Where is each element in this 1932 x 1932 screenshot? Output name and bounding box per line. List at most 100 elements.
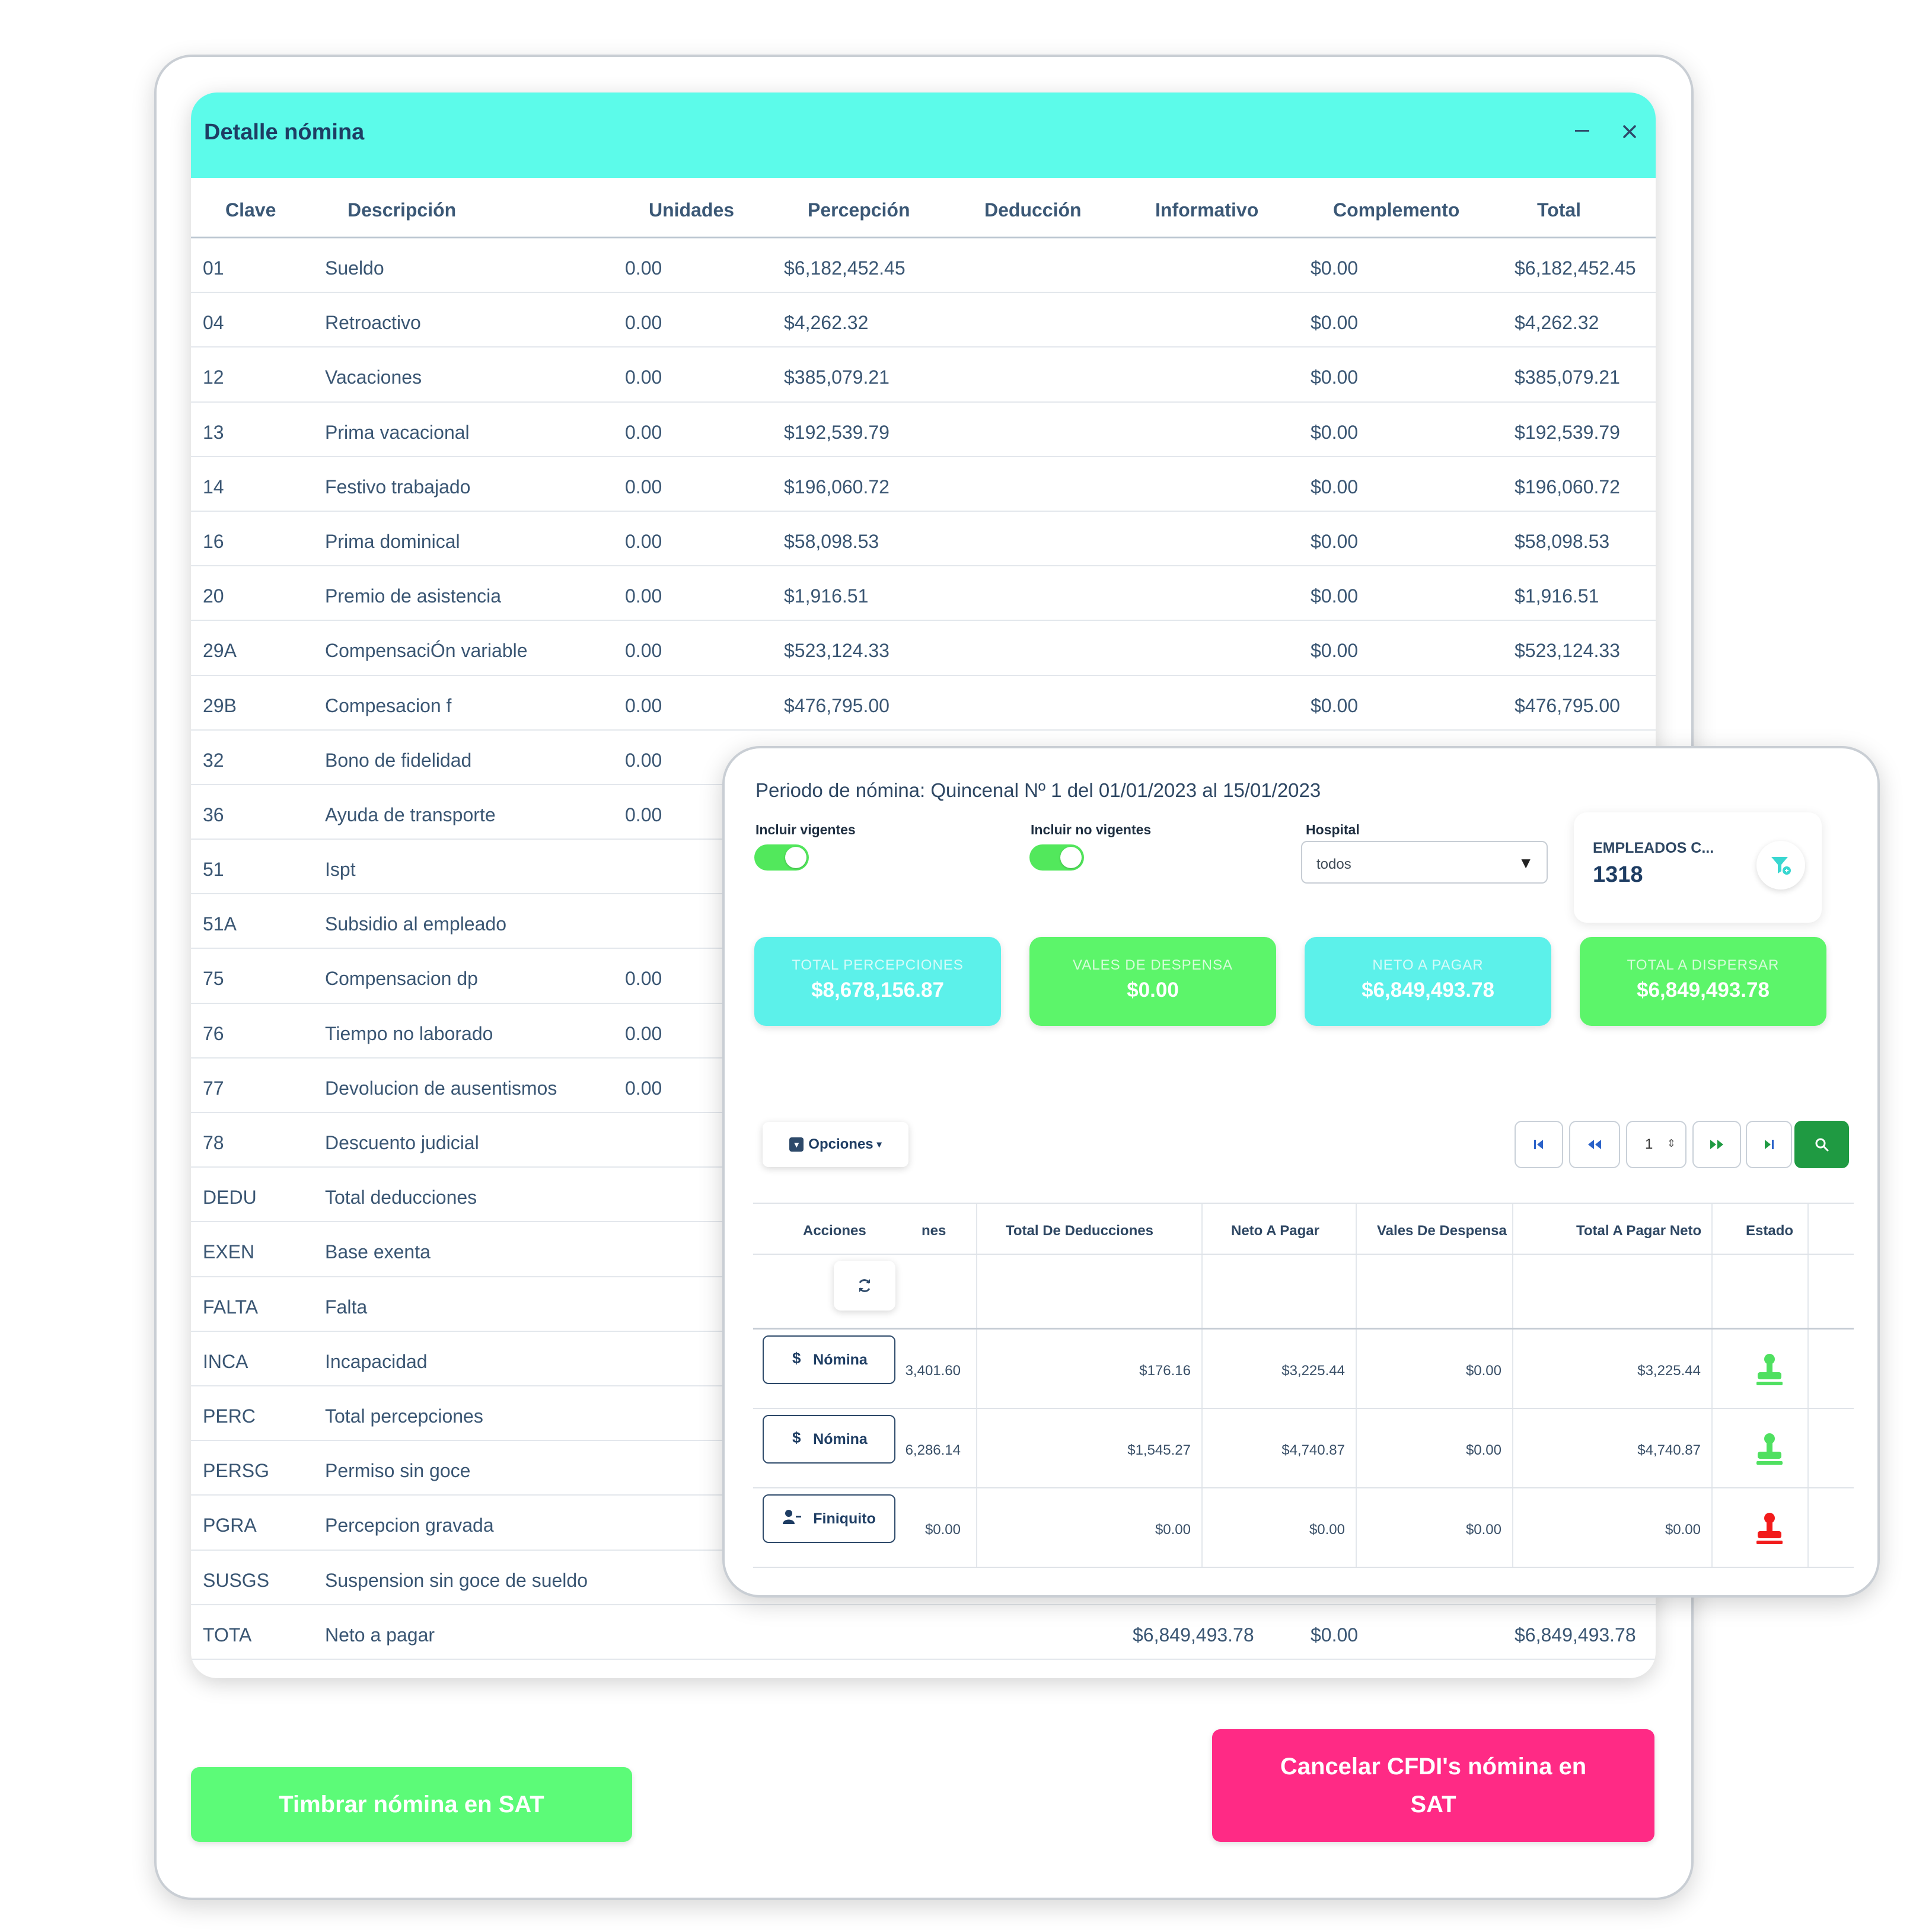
cell-total: $192,539.79 <box>1515 421 1620 443</box>
cell-total: $4,262.32 <box>1515 312 1599 334</box>
refresh-button[interactable] <box>834 1261 895 1311</box>
incluir-vigentes-toggle[interactable] <box>754 844 809 871</box>
col-total-deducciones[interactable]: Total De Deducciones <box>1006 1223 1153 1239</box>
timbrar-nomina-button[interactable]: Timbrar nómina en SAT <box>191 1767 632 1842</box>
cell-clave: 76 <box>203 1022 224 1044</box>
cell-descripcion: Subsidio al empleado <box>325 913 506 935</box>
finiquito-button[interactable]: Finiquito <box>763 1494 895 1543</box>
cell-complemento: $0.00 <box>1311 421 1359 443</box>
cell-unidades: 0.00 <box>625 530 662 552</box>
page-number-input[interactable]: 1 ⇕ <box>1626 1121 1686 1168</box>
col-acciones[interactable]: Acciones <box>803 1223 866 1239</box>
cell-unidades: 0.00 <box>625 585 662 607</box>
cell-clave: EXEN <box>203 1241 255 1263</box>
cell-descripcion: Permiso sin goce <box>325 1460 471 1482</box>
table-row[interactable]: 29B Compesacion f 0.00 $476,795.00 $0.00 $476… <box>191 676 1656 731</box>
table-row[interactable]: $ Nómina 6,286.14 $1,545.27 $4,740.87 $0.00 $4… <box>753 1409 1854 1488</box>
cell-clave: INCA <box>203 1350 248 1372</box>
hospital-label: Hospital <box>1306 822 1360 837</box>
nomina-button[interactable]: $ Nómina <box>763 1415 895 1464</box>
incluir-vigentes-label: Incluir vigentes <box>755 822 856 837</box>
cell-clave: 12 <box>203 366 224 388</box>
search-button[interactable] <box>1794 1121 1849 1168</box>
col-clave[interactable]: Clave <box>225 199 276 221</box>
empleados-label: EMPLEADOS C... <box>1593 840 1714 856</box>
stat-value: $6,849,493.78 <box>1362 978 1494 1002</box>
cell-unidades: 0.00 <box>625 312 662 334</box>
next-page-button[interactable] <box>1692 1121 1741 1168</box>
col-total[interactable]: Total <box>1537 199 1581 221</box>
dollar-icon: $ <box>790 1429 802 1450</box>
incluir-no-vigentes-toggle[interactable] <box>1029 844 1084 871</box>
cell-total-pagar-neto: $3,225.44 <box>1637 1363 1701 1379</box>
table-row[interactable]: 13 Prima vacacional 0.00 $192,539.79 $0.00 $1… <box>191 403 1656 457</box>
action-label: Nómina <box>813 1430 868 1448</box>
table-row[interactable]: TOTA Neto a pagar $6,849,493.78 $0.00 $6,849… <box>191 1605 1656 1660</box>
cell-total: $523,124.33 <box>1515 640 1620 662</box>
col-informativo[interactable]: Informativo <box>1155 199 1258 221</box>
table-row[interactable]: 14 Festivo trabajado 0.00 $196,060.72 $0.00 $… <box>191 457 1656 512</box>
action-label: Finiquito <box>813 1510 876 1527</box>
table-row[interactable]: 12 Vacaciones 0.00 $385,079.21 $0.00 $385,079… <box>191 347 1656 403</box>
cell-percepcion: $6,182,452.45 <box>784 257 906 279</box>
cell-clave: 16 <box>203 530 224 552</box>
periodo-nomina-panel: Periodo de nómina: Quincenal Nº 1 del 01… <box>722 746 1880 1598</box>
minimize-icon[interactable] <box>1564 114 1600 149</box>
cell-unidades: 0.00 <box>625 476 662 498</box>
opciones-dropdown[interactable]: ▼ Opciones ▾ <box>763 1122 908 1167</box>
cell-deduccion: $6,849,493.78 <box>1133 1624 1254 1646</box>
col-deduccion[interactable]: Deducción <box>984 199 1082 221</box>
cell-descripcion: Ayuda de transporte <box>325 804 496 825</box>
table-row[interactable]: 04 Retroactivo 0.00 $4,262.32 $0.00 $4,262.32 <box>191 293 1656 348</box>
close-icon[interactable] <box>1612 114 1647 149</box>
hospital-select[interactable]: todos ▼ <box>1301 841 1548 884</box>
cell-clave: 20 <box>203 585 224 607</box>
stat-label: NETO A PAGAR <box>1372 957 1484 973</box>
cell-descripcion: Total percepciones <box>325 1405 483 1427</box>
first-page-button[interactable] <box>1515 1121 1563 1168</box>
col-unidades[interactable]: Unidades <box>649 199 734 221</box>
cell-descripcion: Prima dominical <box>325 530 460 552</box>
table-row[interactable]: 16 Prima dominical 0.00 $58,098.53 $0.00 $58,… <box>191 512 1656 567</box>
col-complemento[interactable]: Complemento <box>1333 199 1459 221</box>
page-number: 1 <box>1645 1136 1653 1152</box>
cell-clave: DEDU <box>203 1187 257 1209</box>
col-percepciones-partial[interactable]: nes <box>922 1223 946 1239</box>
caret-square-icon: ▼ <box>789 1137 804 1152</box>
cell-total: $476,795.00 <box>1515 694 1620 716</box>
empleados-card: EMPLEADOS C... 1318 <box>1574 812 1822 923</box>
table-row[interactable]: 29A CompensaciÓn variable 0.00 $523,124.33 $… <box>191 621 1656 676</box>
cell-clave: 51 <box>203 859 224 881</box>
col-neto-pagar[interactable]: Neto A Pagar <box>1231 1223 1319 1239</box>
cell-neto-pagar: $0.00 <box>1309 1522 1345 1538</box>
spinner-icon[interactable]: ⇕ <box>1667 1137 1676 1150</box>
col-vales-despensa[interactable]: Vales De Despensa <box>1377 1223 1507 1239</box>
cell-percepciones: 3,401.60 <box>905 1363 961 1379</box>
refresh-icon <box>859 1279 871 1292</box>
stat-value: $0.00 <box>1127 978 1179 1002</box>
stamp-red-icon[interactable] <box>1751 1510 1788 1548</box>
cancelar-cfdi-button[interactable]: Cancelar CFDI's nómina en SAT <box>1212 1729 1654 1842</box>
col-estado[interactable]: Estado <box>1746 1223 1793 1239</box>
last-page-button[interactable] <box>1746 1121 1792 1168</box>
col-total-pagar-neto[interactable]: Total A Pagar Neto <box>1576 1223 1701 1239</box>
table-row[interactable]: 20 Premio de asistencia 0.00 $1,916.51 $0.00… <box>191 566 1656 621</box>
cell-clave: FALTA <box>203 1296 259 1318</box>
col-descripcion[interactable]: Descripción <box>347 199 456 221</box>
dialog-header: Detalle nómina <box>191 93 1656 178</box>
table-row[interactable]: $ Nómina 3,401.60 $176.16 $3,225.44 $0.00 $3,2… <box>753 1330 1854 1409</box>
table-row[interactable]: 01 Sueldo 0.00 $6,182,452.45 $0.00 $6,182,452… <box>191 238 1656 294</box>
stamp-green-icon[interactable] <box>1751 1430 1788 1468</box>
cell-clave: PERSG <box>203 1460 270 1482</box>
filter-icon[interactable] <box>1756 841 1805 890</box>
cell-complemento: $0.00 <box>1311 694 1359 716</box>
cell-total-deducciones: $1,545.27 <box>1127 1442 1191 1458</box>
prev-page-button[interactable] <box>1569 1121 1620 1168</box>
stamp-green-icon[interactable] <box>1751 1351 1788 1389</box>
nomina-button[interactable]: $ Nómina <box>763 1335 895 1384</box>
cell-clave: 36 <box>203 804 224 825</box>
cell-unidades: 0.00 <box>625 1077 662 1099</box>
col-percepcion[interactable]: Percepción <box>808 199 910 221</box>
table-row[interactable]: Finiquito $0.00 $0.00 $0.00 $0.00 $0.00 <box>753 1488 1854 1568</box>
cell-unidades: 0.00 <box>625 366 662 388</box>
